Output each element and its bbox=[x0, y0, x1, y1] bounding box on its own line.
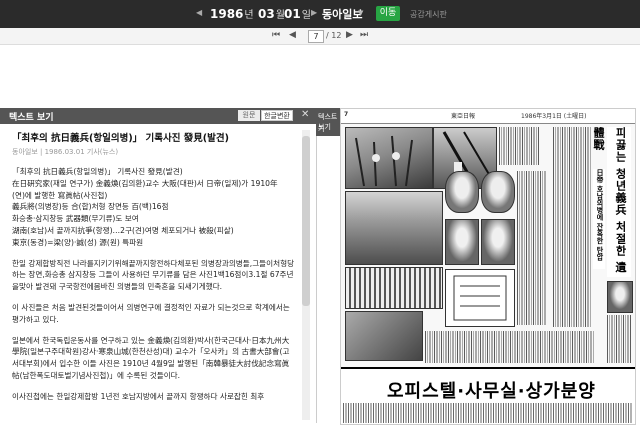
lead-line: 義兵將(의병장)등 合(합)처형 장면등 百(백)16점 bbox=[12, 202, 169, 212]
next-page-icon[interactable]: ▶ bbox=[346, 30, 353, 40]
article-text-column bbox=[499, 127, 539, 165]
last-page-icon[interactable]: ⏭ bbox=[360, 30, 368, 40]
article-paragraph: 이 사진들은 처음 발견된것들이어서 의병연구에 결정적인 자료가 되는것으로 … bbox=[12, 302, 290, 324]
date-navigation-bar: ◀ 1986년 03월 01일 ▶ 동아일보 ▼ 이동 공감게시판 bbox=[0, 0, 640, 28]
lead-line: 「최후의 抗日義兵(항일의병)」 기록사진 發見(발견) bbox=[12, 167, 183, 176]
go-button[interactable]: 이동 bbox=[376, 6, 400, 21]
text-view-tab[interactable]: 텍스트 보기 기 bbox=[316, 108, 342, 136]
newspaper-header-date: 1986年3月1日 (土曜日) bbox=[521, 113, 587, 120]
prev-date-icon[interactable]: ◀ bbox=[196, 8, 202, 17]
month-value: 03 bbox=[258, 7, 275, 21]
newspaper-page-image[interactable]: 7 東亞日報 1986年3月1日 (土曜日) 日帝 호남의병에 잔혹한 탄압 피… bbox=[340, 108, 636, 425]
portrait-photo bbox=[481, 171, 515, 213]
newspaper-page-number: 7 bbox=[344, 111, 349, 118]
article-paragraph: 이사진첩에는 한일강제합방 1년전 호남지방에서 끝까지 항쟁하다 사로잡힌 최… bbox=[12, 391, 265, 401]
document-cover-photo bbox=[445, 269, 515, 327]
page-navigation-bar: ⏮ ◀ 7 / 12 ▶ ⏭ bbox=[0, 28, 640, 45]
article-text-column bbox=[553, 127, 591, 327]
lead-line: 東京(동경)=梁(양)·誠(성) 源(원) 특파원 bbox=[12, 237, 144, 247]
first-page-icon[interactable]: ⏮ bbox=[272, 30, 280, 40]
scroll-thumb[interactable] bbox=[302, 136, 310, 306]
notice-board-link[interactable]: 공감게시판 bbox=[410, 9, 447, 20]
document-cover-drawing bbox=[453, 275, 507, 321]
apartment-sale-ad: 오피스텔·사무실·상가분양 bbox=[341, 367, 635, 424]
page-number-input[interactable]: 7 bbox=[308, 30, 324, 43]
newspaper-page-header: 7 東亞日報 1986年3月1日 (土曜日) bbox=[341, 109, 635, 124]
article-paragraph: 일본에서 한국독립운동사를 연구하고 있는 金義煥(김의환)박사(한국근대사·日… bbox=[12, 335, 290, 380]
ad-title: 오피스텔·사무실·상가분양 bbox=[387, 381, 596, 402]
article-text-column bbox=[517, 171, 547, 325]
portrait-photo bbox=[445, 171, 479, 213]
original-text-toggle[interactable]: 원문 bbox=[238, 110, 260, 121]
lead-line: (연)에 발행한 寫眞帖(사진첩) bbox=[12, 190, 108, 200]
landscape-photo bbox=[345, 191, 443, 265]
article-byline: 동아일보 | 1986.03.01 기사(뉴스) bbox=[12, 148, 119, 156]
day-unit: 일 bbox=[301, 10, 311, 21]
text-panel-header: 텍스트 보기 원문 한글변환 ✕ bbox=[0, 108, 316, 124]
weapons-photo bbox=[345, 267, 443, 309]
text-scrollbar[interactable] bbox=[302, 130, 310, 420]
chevron-down-icon[interactable]: ▼ bbox=[358, 9, 363, 17]
ad-fine-print bbox=[343, 403, 633, 423]
close-icon[interactable]: ✕ bbox=[301, 109, 309, 120]
year-value: 1986 bbox=[210, 7, 244, 21]
day-selector[interactable]: 01일 bbox=[284, 6, 311, 21]
article-body: 「최후의 抗日義兵(항일의병)」 기록사진 發見(발견) 동아일보 | 1986… bbox=[12, 133, 296, 412]
village-photo bbox=[345, 311, 423, 361]
article-title: 「최후의 抗日義兵(항일의병)」 기록사진 發見(발견) bbox=[12, 133, 229, 144]
main-headline: 피끓는 청년義兵 처절한 遺體戰 bbox=[592, 127, 631, 277]
page-total: / 12 bbox=[326, 31, 342, 40]
article-text-column bbox=[425, 331, 595, 363]
lead-line: 화승총·삼지창등 武器類(무기류)도 보여 bbox=[12, 214, 139, 224]
article-paragraph: 한일 강제합방직전 나라를지키기위해끝까지항전하다체포된 의병장과의병들,그들이… bbox=[12, 258, 295, 292]
korean-convert-toggle[interactable]: 한글변환 bbox=[261, 110, 293, 121]
tab-label: 기 bbox=[318, 125, 325, 133]
portrait-photo bbox=[481, 219, 515, 265]
year-selector[interactable]: 1986년 bbox=[210, 6, 254, 21]
month-selector[interactable]: 03월 bbox=[258, 6, 285, 21]
author-photo bbox=[607, 281, 633, 313]
next-date-icon[interactable]: ▶ bbox=[311, 8, 317, 17]
year-unit: 년 bbox=[244, 10, 254, 21]
lead-line: 在日硏究家(재일 연구가) 金義煥(김의환)교수 大阪(대판)서 日帝(일제)가… bbox=[12, 178, 278, 188]
article-text-column bbox=[607, 315, 631, 363]
day-value: 01 bbox=[284, 7, 301, 21]
newspaper-header-name: 東亞日報 bbox=[451, 113, 476, 120]
text-panel-title: 텍스트 보기 bbox=[9, 113, 54, 123]
lead-line: 湖南(호남)서 끝까지抗爭(항쟁)…2구(견)여명 체포되거나 被殺(피살) bbox=[12, 225, 234, 235]
newspaper-selector[interactable]: 동아일보 bbox=[322, 6, 362, 22]
article-lead: 「최후의 抗日義兵(항일의병)」 기록사진 發見(발견) 在日硏究家(재일 연구… bbox=[12, 166, 296, 249]
sub-headline: 日帝 호남의병에 잔혹한 탄압 bbox=[593, 169, 605, 269]
text-view-panel: 텍스트 보기 원문 한글변환 ✕ 「최후의 抗日義兵(항일의병)」 기록사진 發… bbox=[0, 108, 317, 423]
portrait-photo bbox=[445, 219, 479, 265]
execution-scene-figures bbox=[355, 135, 413, 187]
execution-scene-photo bbox=[345, 127, 433, 189]
prev-page-icon[interactable]: ◀ bbox=[289, 30, 296, 40]
